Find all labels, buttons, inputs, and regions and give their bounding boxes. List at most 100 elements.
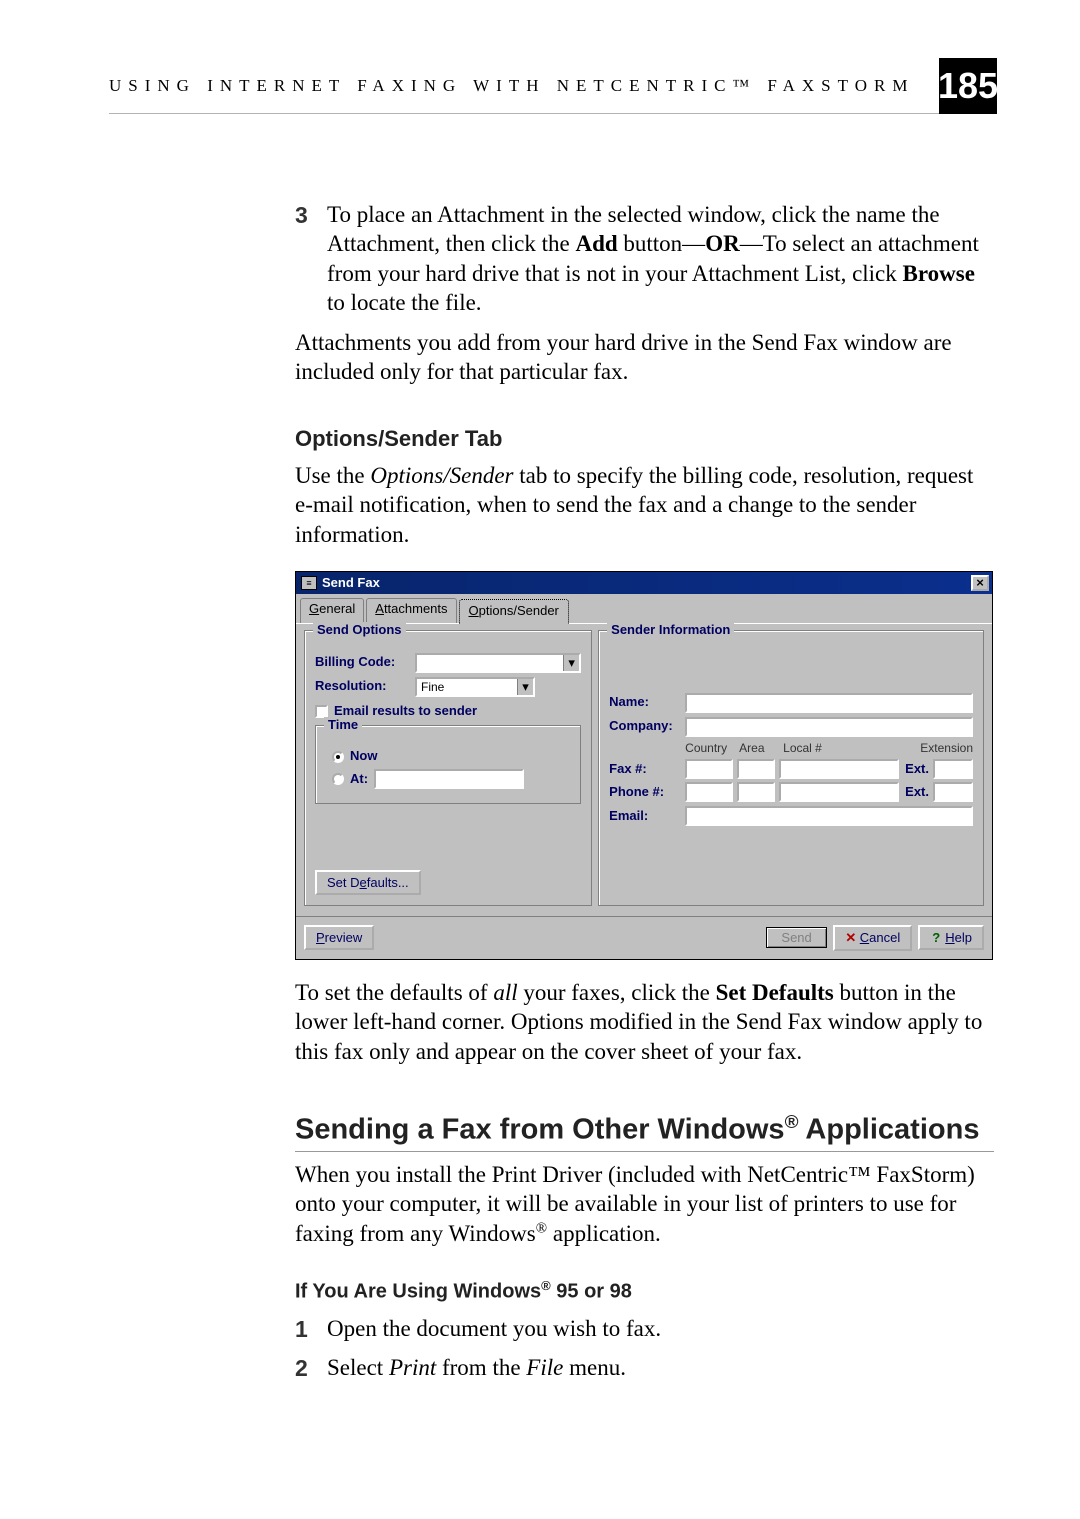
col-country: Country [685, 741, 733, 756]
step-number: 2 [295, 1354, 308, 1383]
bold-add: Add [575, 231, 617, 256]
step-number: 1 [295, 1315, 308, 1344]
label-now: Now [350, 748, 377, 765]
text: Use the [295, 463, 370, 488]
bold-browse: Browse [903, 261, 975, 286]
col-area: Area [739, 741, 777, 756]
heading-rule [295, 1151, 994, 1152]
text: from the [436, 1355, 526, 1380]
text: Sending a Fax from Other Windows [295, 1114, 785, 1146]
text: If You Are Using Windows [295, 1281, 541, 1303]
fax-ext-input[interactable] [933, 759, 973, 779]
step-1: 1 Open the document you wish to fax. [295, 1314, 994, 1343]
dialog-titlebar: ≡ Send Fax × [296, 572, 992, 594]
paragraph-set-defaults: To set the defaults of all your faxes, c… [295, 978, 994, 1066]
resolution-value: Fine [417, 679, 517, 695]
step-number: 3 [295, 201, 308, 230]
tab-general[interactable]: General [300, 598, 364, 623]
label-resolution: Resolution: [315, 678, 415, 695]
close-icon: ✕ [845, 930, 857, 946]
text: application. [547, 1221, 661, 1246]
label-phone: Phone #: [609, 784, 685, 801]
italic-file: File [526, 1355, 563, 1380]
label-email: Email: [609, 808, 685, 825]
tab-body: Send Options Billing Code: ▾ Resolution:… [296, 623, 992, 916]
phone-local-input[interactable] [779, 782, 899, 802]
chevron-down-icon: ▾ [563, 655, 579, 671]
italic-print: Print [389, 1355, 436, 1380]
italic-all: all [493, 980, 517, 1005]
group-time: Time Now At: [315, 725, 581, 804]
label-at: At: [350, 771, 368, 788]
email-input[interactable] [685, 806, 973, 826]
group-send-options: Send Options Billing Code: ▾ Resolution:… [304, 630, 592, 906]
col-extension: Extension [909, 741, 973, 756]
legend-time: Time [324, 717, 362, 734]
label-fax-ext: Ext. [905, 761, 929, 778]
group-sender-information: Sender Information Name: Company: Countr… [598, 630, 984, 906]
company-input[interactable] [685, 717, 973, 737]
dialog-title: Send Fax [322, 575, 380, 592]
dialog-footer: Preview Send ✕Cancel ?Help [296, 916, 992, 959]
label-fax: Fax #: [609, 761, 685, 778]
registered-mark: ® [785, 1111, 799, 1132]
text: Applications [798, 1114, 979, 1146]
fax-local-input[interactable] [779, 759, 899, 779]
italic-options-sender: Options/Sender [370, 463, 513, 488]
page-number: 185 [939, 58, 997, 114]
radio-now[interactable]: Now [332, 748, 570, 765]
app-icon: ≡ [301, 576, 317, 590]
heading-sending-fax-other: Sending a Fax from Other Windows® Applic… [295, 1110, 994, 1149]
preview-button[interactable]: Preview [304, 925, 374, 950]
text: button— [618, 231, 706, 256]
text: to locate the file. [327, 290, 482, 315]
send-fax-dialog: ≡ Send Fax × General Attachments Options… [295, 571, 993, 960]
bold-or: OR [705, 231, 740, 256]
fax-country-input[interactable] [685, 759, 733, 779]
phone-area-input[interactable] [737, 782, 775, 802]
step-3: 3 To place an Attachment in the selected… [295, 200, 994, 318]
text: Select [327, 1355, 389, 1380]
chevron-down-icon: ▾ [517, 679, 533, 695]
bold-set-defaults: Set Defaults [716, 980, 834, 1005]
resolution-combo[interactable]: Fine ▾ [415, 677, 535, 697]
radio-at[interactable]: At: [332, 769, 570, 789]
paragraph-install-driver: When you install the Print Driver (inclu… [295, 1160, 994, 1248]
body-content: 3 To place an Attachment in the selected… [295, 200, 994, 1382]
text: menu. [563, 1355, 626, 1380]
paragraph-options-desc: Use the Options/Sender tab to specify th… [295, 461, 994, 549]
name-input[interactable] [685, 693, 973, 713]
phone-ext-input[interactable] [933, 782, 973, 802]
legend-send-options: Send Options [313, 622, 406, 639]
legend-sender-info: Sender Information [607, 622, 734, 639]
tab-options-sender[interactable]: Options/Sender [459, 599, 569, 624]
help-button[interactable]: ?Help [918, 925, 984, 950]
paragraph-attachments-note: Attachments you add from your hard drive… [295, 328, 994, 387]
text: To set the defaults of [295, 980, 493, 1005]
billing-code-combo[interactable]: ▾ [415, 653, 581, 673]
at-time-input[interactable] [374, 769, 524, 789]
phone-country-input[interactable] [685, 782, 733, 802]
help-icon: ? [930, 930, 942, 945]
registered-mark: ® [536, 1220, 547, 1236]
text: your faxes, click the [518, 980, 716, 1005]
set-defaults-button[interactable]: Set Defaults... [315, 870, 421, 895]
send-button[interactable]: Send [766, 927, 826, 948]
tab-row: General Attachments Options/Sender [296, 594, 992, 623]
fax-area-input[interactable] [737, 759, 775, 779]
cancel-button[interactable]: ✕Cancel [833, 925, 912, 951]
heading-options-sender: Options/Sender Tab [295, 425, 994, 453]
heading-if-using-windows: If You Are Using Windows® 95 or 98 [295, 1278, 994, 1305]
label-phone-ext: Ext. [905, 784, 929, 801]
header-rule [109, 113, 939, 114]
label-name: Name: [609, 694, 685, 711]
label-billing-code: Billing Code: [315, 654, 415, 671]
close-button[interactable]: × [971, 575, 989, 591]
checkbox-box [315, 705, 328, 718]
text: 95 or 98 [551, 1281, 632, 1303]
tab-attachments[interactable]: Attachments [366, 598, 456, 623]
page-header: USING INTERNET FAXING WITH NETCENTRIC™ F… [109, 58, 997, 114]
step1-text: Open the document you wish to fax. [327, 1316, 661, 1341]
running-head: USING INTERNET FAXING WITH NETCENTRIC™ F… [109, 76, 939, 96]
registered-mark: ® [541, 1278, 551, 1293]
